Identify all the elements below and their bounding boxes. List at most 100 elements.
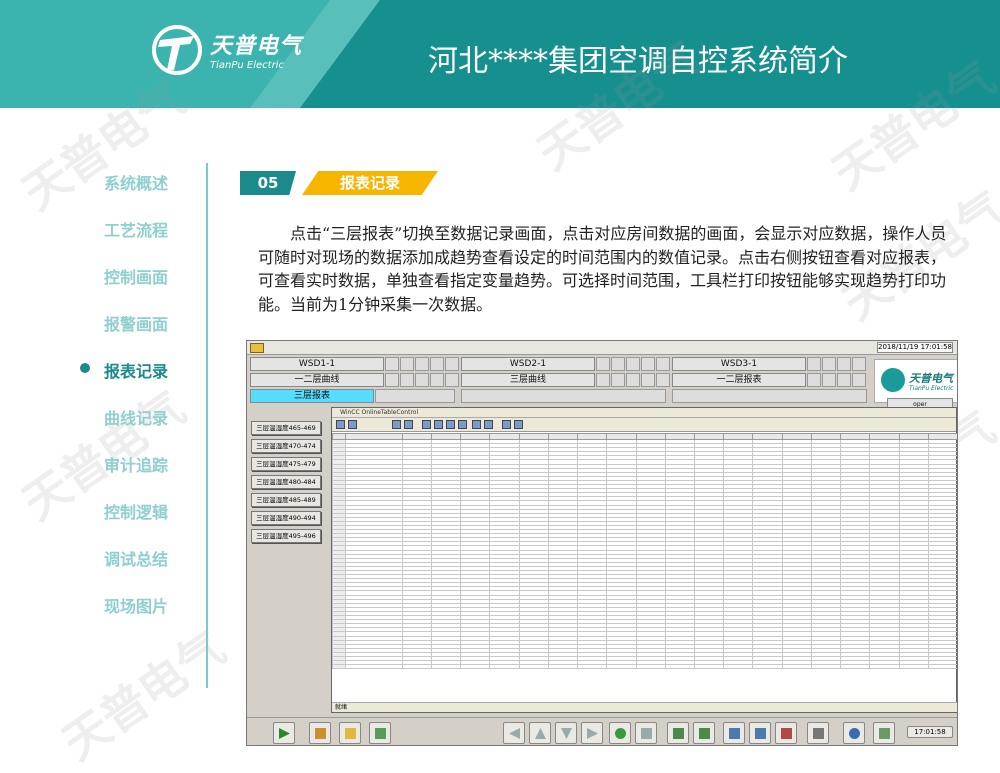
scada-bottom-toolbar: 17:01:58 <box>247 717 957 745</box>
alarm-icon-button[interactable] <box>749 722 771 744</box>
toolbar-icon[interactable] <box>434 420 443 429</box>
toolbar-icon[interactable] <box>514 420 523 429</box>
nav-item-control[interactable]: 控制画面 <box>104 264 168 288</box>
print-icon <box>813 728 824 739</box>
print-button[interactable] <box>807 722 829 744</box>
wsd-cell <box>375 389 455 403</box>
toolbar-icon[interactable] <box>392 420 401 429</box>
back-button[interactable] <box>635 722 657 744</box>
table-cell <box>869 664 900 670</box>
scada-datetime: 2018/11/19 17:01:58 <box>877 342 953 353</box>
table-cell <box>547 664 579 670</box>
scada-logo: 天普电气 TianPu Electric <box>874 359 957 403</box>
nav-item-overview[interactable]: 系统概述 <box>104 170 168 194</box>
folder-icon <box>250 343 264 353</box>
room-button[interactable]: 三层温湿度490-494 <box>251 511 321 525</box>
folder-button[interactable] <box>339 722 361 744</box>
nav-item-debug[interactable]: 调试总结 <box>104 546 168 570</box>
wsd-cell <box>611 357 625 371</box>
nav-item-report[interactable]: 报表记录 <box>104 358 168 382</box>
toolbar-icon[interactable] <box>446 420 455 429</box>
room-button[interactable]: 三层温湿度495-496 <box>251 529 321 543</box>
toolbar-icon[interactable] <box>458 420 467 429</box>
table-cell <box>635 664 666 670</box>
info-button[interactable] <box>843 722 865 744</box>
wsd-cell <box>807 373 821 387</box>
wsd-button[interactable]: WSD2-1 <box>461 357 595 371</box>
play-button[interactable] <box>273 722 295 744</box>
wsd-cell <box>596 357 610 371</box>
wsd-cell <box>852 357 866 371</box>
table-cell <box>489 664 520 670</box>
table-status: 就绪 <box>332 702 957 712</box>
nav-item-audit[interactable]: 审计追踪 <box>104 452 168 476</box>
first-page-button[interactable] <box>667 722 689 744</box>
tool-button[interactable] <box>309 722 331 744</box>
wsd-cell <box>626 357 640 371</box>
curve-button[interactable]: 一二层曲线 <box>250 373 384 387</box>
alarm-icon <box>755 728 766 739</box>
nav-down-button[interactable] <box>555 722 577 744</box>
wsd-button[interactable]: WSD3-1 <box>672 357 806 371</box>
room-button[interactable]: 三层温湿度475-479 <box>251 457 321 471</box>
toolbar-icon[interactable] <box>404 420 413 429</box>
table-cell <box>345 664 403 670</box>
info-icon <box>849 728 860 739</box>
wsd-cell <box>445 357 459 371</box>
first-page-icon <box>673 728 684 739</box>
wsd-cell <box>641 373 655 387</box>
report-icon-button[interactable] <box>723 722 745 744</box>
toolbar-icon[interactable] <box>336 420 345 429</box>
wsd-cell <box>385 373 399 387</box>
nav-divider <box>206 163 208 688</box>
data-table <box>332 433 957 703</box>
last-page-button[interactable] <box>693 722 715 744</box>
room-button[interactable]: 三层温湿度470-474 <box>251 439 321 453</box>
logo-mark-icon <box>881 368 905 392</box>
room-button[interactable]: 三层温湿度480-484 <box>251 475 321 489</box>
settings-button[interactable] <box>873 722 895 744</box>
screen-button[interactable] <box>369 722 391 744</box>
third-floor-report-button[interactable]: 三层报表 <box>250 389 374 403</box>
table-window-title: WinCC OnlineTableControl <box>332 408 956 418</box>
table-row[interactable] <box>332 664 957 670</box>
settings-icon <box>879 728 890 739</box>
nav-item-photos[interactable]: 现场图片 <box>104 593 168 617</box>
last-page-icon <box>699 728 710 739</box>
nav-item-trend[interactable]: 曲线记录 <box>104 405 168 429</box>
nav-item-logic[interactable]: 控制逻辑 <box>104 499 168 523</box>
wsd-cell <box>596 373 610 387</box>
nav-item-process[interactable]: 工艺流程 <box>104 217 168 241</box>
wsd-button[interactable]: WSD1-1 <box>250 357 384 371</box>
toolbar-icon[interactable] <box>348 420 357 429</box>
toolbar-icon[interactable] <box>484 420 493 429</box>
arrow-up-icon <box>535 728 546 739</box>
arrow-left-icon <box>509 728 520 739</box>
wsd-cell <box>672 389 867 403</box>
wsd-cell <box>400 373 414 387</box>
toolbar-icon[interactable] <box>472 420 481 429</box>
table-cell <box>430 664 462 670</box>
table-cell <box>898 664 929 670</box>
wsd-cell <box>415 373 429 387</box>
curve-button[interactable]: 三层曲线 <box>461 373 595 387</box>
wsd-cell <box>415 357 429 371</box>
toolbar-icon[interactable] <box>422 420 431 429</box>
nav-up-button[interactable] <box>529 722 551 744</box>
room-button[interactable]: 三层温湿度485-489 <box>251 493 321 507</box>
print-icon[interactable] <box>502 420 511 429</box>
table-cell <box>460 664 491 670</box>
table-toolbar <box>332 418 956 432</box>
nav-item-alarm[interactable]: 报警画面 <box>104 311 168 335</box>
close-icon <box>781 728 792 739</box>
wsd-cell <box>461 389 666 403</box>
nav-left-button[interactable] <box>503 722 525 744</box>
close-icon-button[interactable] <box>775 722 797 744</box>
nav-right-button[interactable] <box>581 722 603 744</box>
wsd-cell <box>430 373 444 387</box>
report-button[interactable]: 一二层报表 <box>672 373 806 387</box>
room-button[interactable]: 三层温湿度465-469 <box>251 421 321 435</box>
clock-display: 17:01:58 <box>907 726 953 738</box>
company-logo: 天普电气 TianPu Electric <box>150 22 335 82</box>
refresh-button[interactable] <box>609 722 631 744</box>
